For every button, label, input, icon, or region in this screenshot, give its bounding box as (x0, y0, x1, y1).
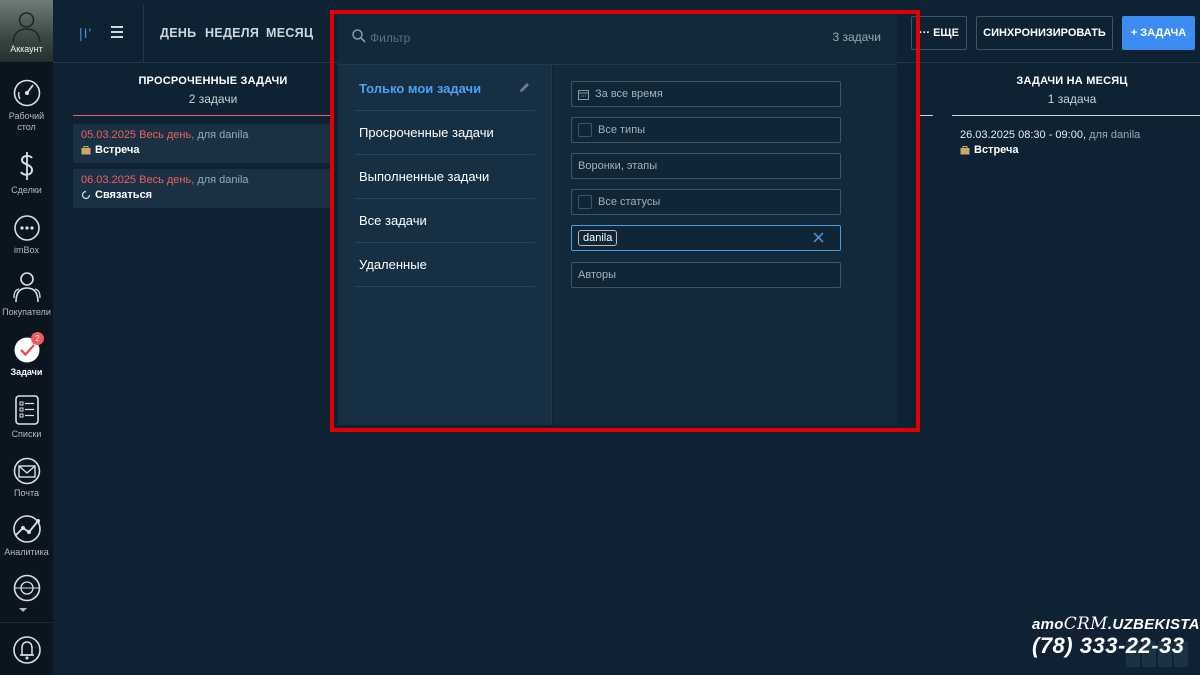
pipelines-placeholder: Воронки, этапы (578, 160, 658, 172)
account-button[interactable]: Аккаунт (0, 0, 53, 62)
sidebar-item-analytics[interactable]: Аналитика (0, 514, 53, 558)
period-month-tab[interactable]: МЕСЯЦ (266, 26, 313, 40)
preset-completed[interactable]: Выполненные задачи (355, 155, 535, 199)
filter-search-bar: 3 задачи (338, 14, 897, 65)
task-type-label: Связаться (95, 189, 153, 201)
watermark-phone: (78) 333-22-33 (1032, 633, 1185, 658)
column-count: 1 задача (1047, 92, 1097, 106)
sidebar-item-deals[interactable]: Сделки (0, 150, 53, 196)
task-date: 06.03.2025 Весь день, (81, 174, 195, 186)
preset-all[interactable]: Все задачи (355, 199, 535, 243)
sidebar-divider (0, 622, 53, 623)
envelope-icon (13, 457, 40, 485)
pencil-icon[interactable] (518, 81, 531, 94)
period-day-tab[interactable]: ДЕНЬ (160, 26, 196, 40)
briefcase-icon (81, 145, 91, 154)
filter-dropdown-highlight: 3 задачи Только мои задачи Просроченные … (330, 10, 920, 432)
close-icon[interactable] (813, 232, 824, 243)
dollar-icon (19, 152, 33, 180)
user-avatar-icon (12, 12, 41, 43)
task-type-label: Встреча (95, 144, 140, 156)
notifications-button[interactable] (0, 634, 53, 666)
calendar-view-icon[interactable]: |I' (79, 25, 92, 41)
sidebar-item-label: Задачи (10, 367, 43, 377)
list-view-icon[interactable] (111, 26, 123, 41)
responsible-tag[interactable]: danila (578, 230, 618, 246)
column-count: 2 задачи (188, 92, 238, 106)
responsible-field[interactable]: danila (571, 225, 841, 251)
sidebar-item-label: Списки (11, 429, 42, 439)
filter-panel: 3 задачи Только мои задачи Просроченные … (338, 14, 897, 425)
account-label: Аккаунт (10, 44, 43, 54)
sidebar-item-label: imBox (13, 245, 39, 255)
add-task-button[interactable]: + ЗАДАЧА (1122, 16, 1195, 50)
briefcase-icon (960, 145, 970, 154)
sidebar-item-tasks[interactable]: 2 Задачи (0, 332, 53, 378)
month-column-underline (952, 115, 1200, 116)
week-column-underline (918, 115, 933, 116)
types-value: Все типы (598, 124, 646, 136)
authors-placeholder: Авторы (578, 269, 616, 281)
calendar-icon (578, 89, 589, 100)
task-card[interactable]: 26.03.2025 08:30 - 09:00, для danila Вст… (952, 124, 1192, 163)
bell-icon (12, 636, 41, 664)
task-assignee: для danila (197, 129, 249, 141)
filter-fields: За все время Все типы Воронки, этапы Все… (553, 65, 897, 425)
task-card[interactable]: 05.03.2025 Весь день, для danila Встреча (73, 124, 333, 163)
sidebar-item-mail[interactable]: Почта (0, 457, 53, 499)
task-assignee: для danila (197, 174, 249, 186)
preset-my-tasks[interactable]: Только мои задачи (355, 67, 535, 111)
sidebar-item-imbox[interactable]: imBox (0, 214, 53, 256)
statuses-checkbox[interactable] (578, 195, 592, 209)
task-card[interactable]: 06.03.2025 Весь день, для danila Связать… (73, 169, 333, 208)
sidebar-item-dashboard[interactable]: Рабочий стол (0, 78, 53, 133)
search-icon (352, 29, 366, 43)
preset-deleted[interactable]: Удаленные (355, 243, 535, 287)
month-column-header: ЗАДАЧИ НА МЕСЯЦ 1 задача (952, 75, 1192, 106)
more-chevron-icon[interactable] (19, 608, 27, 612)
authors-field[interactable]: Авторы (571, 262, 841, 288)
refresh-icon (81, 190, 91, 200)
list-icon (14, 395, 39, 425)
chat-bubble-icon (13, 215, 40, 241)
task-assignee: для danila (1089, 129, 1141, 141)
filter-task-count: 3 задачи (832, 30, 881, 44)
pipelines-select[interactable]: Воронки, этапы (571, 153, 841, 179)
statuses-select[interactable]: Все статусы (571, 189, 841, 215)
preset-label: Только мои задачи (359, 81, 482, 96)
sidebar: Аккаунт Рабочий стол Сделки imBox Покупа… (0, 0, 53, 675)
watermark-logo: amoCRM.UZBEKISTAN (1032, 614, 1200, 634)
types-checkbox[interactable] (578, 123, 592, 137)
sidebar-item-label: Рабочий стол (8, 111, 45, 132)
task-date: 26.03.2025 08:30 - 09:00, (960, 129, 1086, 141)
period-week-tab[interactable]: НЕДЕЛЯ (205, 26, 259, 40)
period-select[interactable]: За все время (571, 81, 841, 107)
globe-icon (13, 574, 40, 602)
filter-search-input[interactable] (370, 28, 770, 48)
sidebar-item-lists[interactable]: Списки (0, 394, 53, 440)
preset-overdue[interactable]: Просроченные задачи (355, 111, 535, 155)
overdue-column-header: ПРОСРОЧЕННЫЕ ЗАДАЧИ 2 задачи (73, 75, 353, 106)
sidebar-item-label: Почта (14, 488, 39, 498)
people-icon (12, 272, 41, 303)
sidebar-item-label: Покупатели (2, 307, 51, 317)
statuses-value: Все статусы (598, 196, 661, 208)
overdue-column-underline (73, 115, 333, 116)
task-date: 05.03.2025 Весь день, (81, 129, 195, 141)
chart-line-icon (12, 515, 41, 543)
task-type-label: Встреча (974, 144, 1019, 156)
speedometer-icon (13, 79, 40, 107)
sidebar-item-label: Сделки (11, 185, 42, 195)
sidebar-item-label: Аналитика (4, 547, 49, 557)
column-title: ЗАДАЧИ НА МЕСЯЦ (1016, 75, 1128, 87)
period-value: За все время (595, 88, 663, 100)
toolbar-divider (143, 4, 144, 62)
tasks-badge: 2 (31, 332, 44, 345)
filter-presets: Только мои задачи Просроченные задачи Вы… (338, 65, 552, 425)
sync-button[interactable]: СИНХРОНИЗИРОВАТЬ (976, 16, 1113, 50)
sidebar-item-settings[interactable] (0, 573, 53, 603)
sidebar-item-customers[interactable]: Покупатели (0, 270, 53, 318)
column-title: ПРОСРОЧЕННЫЕ ЗАДАЧИ (138, 75, 288, 87)
types-select[interactable]: Все типы (571, 117, 841, 143)
